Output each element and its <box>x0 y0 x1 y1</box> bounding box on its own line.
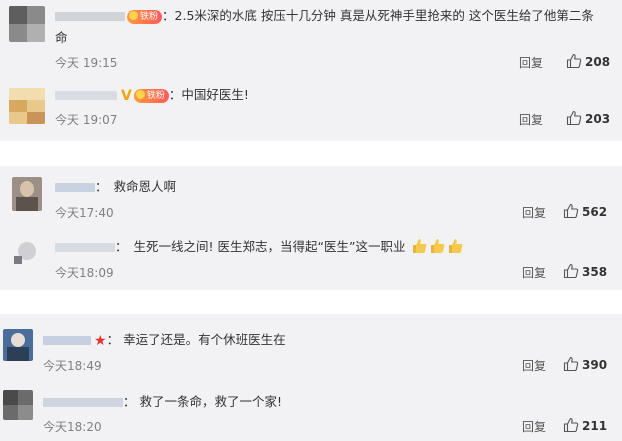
avatar[interactable] <box>12 177 42 211</box>
comment-line: 铁粉 ：2.5米深的水底 按压十几分钟 真是从死神手里抢来的 这个医生给了他第二条 <box>55 7 594 25</box>
v-badge-icon: V <box>121 87 132 104</box>
avatar[interactable] <box>9 6 45 42</box>
comment-time: 今天 19:07 <box>55 113 118 127</box>
avatar[interactable] <box>3 390 33 420</box>
reply-button[interactable]: 回复 <box>522 264 546 281</box>
comment-text-continued: 命 <box>55 30 68 45</box>
thumbs-up-outline-icon <box>563 417 579 433</box>
comment-line: ★： 幸运了还是。有个休班医生在 <box>43 331 286 350</box>
comment-text: 救命恩人啊 <box>113 179 177 194</box>
like-button[interactable]: 208 <box>566 53 610 69</box>
comment-time: 今天 19:15 <box>55 56 118 70</box>
username[interactable] <box>55 91 117 100</box>
thumbs-up-outline-icon <box>563 203 579 219</box>
comment-line: ： 生死一线之间! 医生郑志，当得起“医生”这一职业 <box>55 238 463 256</box>
like-count: 211 <box>582 419 608 433</box>
like-count: 358 <box>582 265 608 279</box>
reply-button[interactable]: 回复 <box>522 357 546 374</box>
group-divider <box>0 141 622 166</box>
name-separator: ： <box>106 332 120 347</box>
name-separator: ： <box>123 394 136 409</box>
name-separator: ： <box>162 8 175 23</box>
avatar[interactable] <box>12 236 42 268</box>
name-separator: ： <box>95 179 108 194</box>
thumbs-up-outline-icon <box>563 263 579 279</box>
username[interactable] <box>55 183 95 192</box>
thumbs-up-outline-icon <box>566 53 582 69</box>
thumbs-up-emoji-icon <box>413 239 427 253</box>
username[interactable] <box>43 336 91 345</box>
comment-line: ：救了一条命，救了一个家! <box>43 393 282 411</box>
thumbs-up-outline-icon <box>563 356 579 372</box>
comment-time: 今天18:20 <box>43 420 102 434</box>
like-button[interactable]: 562 <box>563 203 607 219</box>
like-button[interactable]: 358 <box>563 263 607 279</box>
fan-badge-icon: 铁粉 <box>133 88 169 103</box>
like-button[interactable]: 211 <box>563 417 607 433</box>
username[interactable] <box>55 12 125 21</box>
reply-button[interactable]: 回复 <box>522 204 546 221</box>
name-separator: ： <box>115 239 128 254</box>
reply-button[interactable]: 回复 <box>519 54 543 71</box>
comment-line: V 铁粉 ：中国好医生! <box>55 86 249 105</box>
like-count: 208 <box>585 55 611 69</box>
avatar[interactable] <box>9 88 45 124</box>
thumbs-up-emoji-icon <box>431 239 445 253</box>
like-count: 203 <box>585 112 611 126</box>
username[interactable] <box>55 243 115 252</box>
group-divider <box>0 290 622 314</box>
like-button[interactable]: 203 <box>566 110 610 126</box>
avatar[interactable] <box>3 329 33 361</box>
comment-text: 中国好医生! <box>181 87 249 102</box>
reply-button[interactable]: 回复 <box>519 111 543 128</box>
comment-text: 救了一条命，救了一个家! <box>139 394 283 409</box>
comment-text: 生死一线之间! 医生郑志，当得起“医生”这一职业 <box>133 239 406 254</box>
fan-badge-icon: 铁粉 <box>127 9 163 24</box>
name-separator: ： <box>168 87 182 102</box>
comment-text: 幸运了还是。有个休班医生在 <box>123 332 286 347</box>
reply-button[interactable]: 回复 <box>522 418 546 435</box>
star-badge-icon: ★ <box>94 332 107 349</box>
username[interactable] <box>43 398 123 407</box>
thumbs-up-outline-icon <box>566 110 582 126</box>
comment-time: 今天18:49 <box>43 359 102 373</box>
like-button[interactable]: 390 <box>563 356 607 372</box>
comment-time: 今天17:40 <box>55 206 114 220</box>
thumbs-up-emoji-icon <box>449 239 463 253</box>
comment-text: 2.5米深的水底 按压十几分钟 真是从死神手里抢来的 这个医生给了他第二条 <box>174 8 594 23</box>
like-count: 390 <box>582 358 608 372</box>
comment-time: 今天18:09 <box>55 266 114 280</box>
comment-line: ： 救命恩人啊 <box>55 178 176 196</box>
like-count: 562 <box>582 205 608 219</box>
